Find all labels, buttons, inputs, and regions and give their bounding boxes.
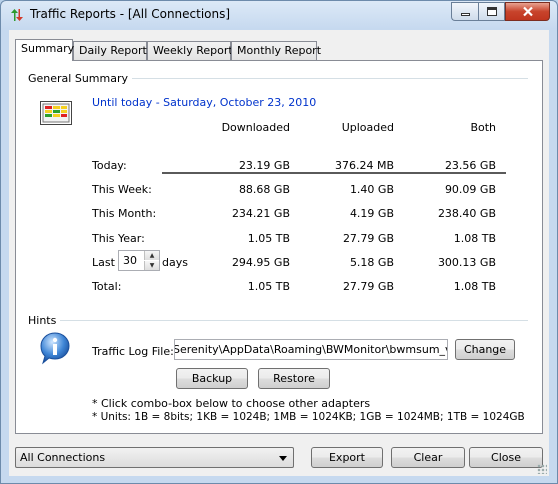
column-header-downloaded: Downloaded <box>221 121 290 134</box>
hint-units: * Units: 1B = 8bits; 1KB = 1024B; 1MB = … <box>92 411 525 423</box>
info-icon <box>40 332 70 365</box>
days-label: days <box>162 256 188 269</box>
tab-weekly-report[interactable]: Weekly Report <box>147 41 233 60</box>
last-days-spinner[interactable]: 30 ▲ ▼ <box>118 250 160 271</box>
title-bar[interactable]: Traffic Reports - [All Connections] <box>1 1 557 29</box>
this-week-uploaded: 1.40 GB <box>349 183 394 196</box>
app-arrows-icon <box>11 9 23 21</box>
restore-button[interactable]: Restore <box>258 368 330 389</box>
adapter-combo-box[interactable]: All Connections <box>15 447 294 468</box>
spin-up-arrow-icon[interactable]: ▲ <box>144 251 159 260</box>
close-icon <box>523 6 533 17</box>
column-header-both: Both <box>470 121 496 134</box>
tab-monthly-report[interactable]: Monthly Report <box>231 41 321 60</box>
column-header-uploaded: Uploaded <box>341 121 394 134</box>
last-days-both: 300.13 GB <box>437 256 496 269</box>
until-today-date: Until today - Saturday, October 23, 2010 <box>92 96 317 109</box>
minimize-button[interactable] <box>451 2 478 21</box>
clear-button[interactable]: Clear <box>391 447 465 468</box>
today-downloaded: 23.19 GB <box>238 159 290 172</box>
today-uploaded: 376.24 MB <box>334 159 394 172</box>
tab-daily-report[interactable]: Daily Report <box>73 41 147 60</box>
window-title: Traffic Reports - [All Connections] <box>30 7 231 21</box>
general-summary-title: General Summary <box>28 72 133 85</box>
adapter-selected: All Connections <box>20 451 106 464</box>
summary-tab-panel: General Summary Until today - Saturday, … <box>15 60 543 434</box>
traffic-log-file-field[interactable]: Serenity\AppData\Roaming\BWMonitor\bwmsu… <box>174 339 448 360</box>
total-uploaded: 27.79 GB <box>342 280 394 293</box>
this-year-uploaded: 27.79 GB <box>342 232 394 245</box>
this-week-downloaded: 88.68 GB <box>238 183 290 196</box>
maximize-button[interactable] <box>478 2 505 21</box>
hints-title: Hints <box>28 314 61 327</box>
row-label-today: Today: <box>92 159 127 172</box>
row-label-total: Total: <box>92 280 122 293</box>
row-label-this-year: This Year: <box>92 232 145 245</box>
this-month-downloaded: 234.21 GB <box>231 207 290 220</box>
total-both: 1.08 TB <box>453 280 496 293</box>
row-label-this-month: This Month: <box>92 207 157 220</box>
close-window-button[interactable] <box>505 2 550 21</box>
summary-table-icon <box>40 101 72 125</box>
this-year-both: 1.08 TB <box>453 232 496 245</box>
traffic-log-file-path: Serenity\AppData\Roaming\BWMonitor\bwmsu… <box>174 343 447 356</box>
header-underline <box>162 172 506 174</box>
today-both: 23.56 GB <box>444 159 496 172</box>
traffic-log-file-label: Traffic Log File: <box>92 345 174 358</box>
total-downloaded: 1.05 TB <box>247 280 290 293</box>
spin-down-arrow-icon[interactable]: ▼ <box>144 261 159 270</box>
hints-divider <box>28 320 528 321</box>
row-label-this-week: This Week: <box>92 183 152 196</box>
this-month-both: 238.40 GB <box>437 207 496 220</box>
last-days-value: 30 <box>123 254 137 267</box>
last-days-uploaded: 5.18 GB <box>349 256 394 269</box>
backup-button[interactable]: Backup <box>176 368 248 389</box>
maximize-icon <box>487 7 497 16</box>
client-area: Summary Daily Report Weekly Report Month… <box>9 30 549 476</box>
hint-combo-box: * Click combo-box below to choose other … <box>92 397 371 410</box>
chevron-down-icon <box>279 456 287 461</box>
last-days-downloaded: 294.95 GB <box>231 256 290 269</box>
close-button[interactable]: Close <box>469 447 543 468</box>
this-month-uploaded: 4.19 GB <box>349 207 394 220</box>
minimize-icon <box>461 13 470 16</box>
change-button[interactable]: Change <box>455 339 515 360</box>
row-label-last: Last <box>92 256 115 269</box>
this-year-downloaded: 1.05 TB <box>247 232 290 245</box>
resize-grip[interactable] <box>537 464 547 474</box>
export-button[interactable]: Export <box>311 447 383 468</box>
traffic-reports-window: Traffic Reports - [All Connections] Summ… <box>0 0 558 484</box>
tab-summary[interactable]: Summary <box>15 39 74 61</box>
this-week-both: 90.09 GB <box>444 183 496 196</box>
